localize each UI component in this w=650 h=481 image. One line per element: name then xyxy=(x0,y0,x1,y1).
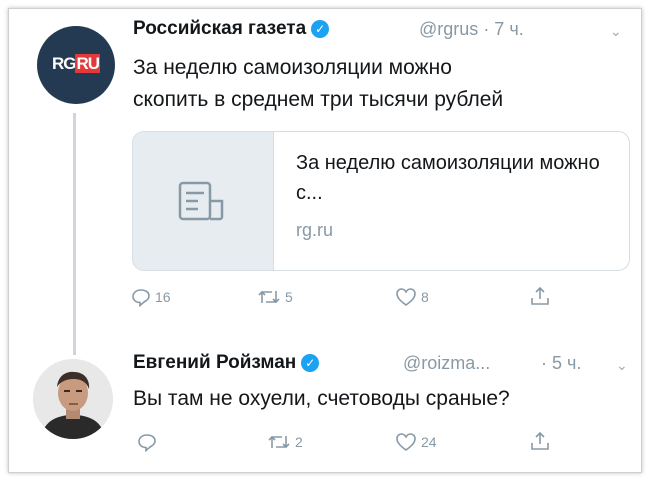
retweet-icon xyxy=(268,435,290,449)
rg-logo: RGRU xyxy=(37,54,115,74)
retweet-button[interactable]: 5 xyxy=(257,287,293,307)
tweet2-author-row[interactable]: Евгений Ройзман ✓ xyxy=(133,352,320,374)
share-button[interactable] xyxy=(529,285,555,307)
reply-count: 16 xyxy=(155,289,171,305)
like-count: 24 xyxy=(421,434,437,450)
verified-badge-icon: ✓ xyxy=(301,353,320,372)
verified-badge-icon: ✓ xyxy=(311,19,330,38)
share-icon xyxy=(531,431,549,450)
tweet2-time-wrap: · 5 ч. xyxy=(541,353,581,374)
like-button[interactable]: 24 xyxy=(395,432,437,452)
share-icon xyxy=(531,286,549,305)
tweet1-meta: @rgrus · 7 ч. xyxy=(419,19,524,40)
chevron-down-icon[interactable]: ⌄ xyxy=(610,23,622,40)
heart-icon xyxy=(396,288,416,306)
handle[interactable]: @rgrus xyxy=(419,19,478,39)
reply-icon xyxy=(138,434,156,452)
tweet2-meta: @roizma... xyxy=(403,353,490,374)
logo-rg-text: RG xyxy=(51,54,76,73)
card-thumbnail xyxy=(133,132,274,270)
reply-button[interactable] xyxy=(137,432,161,452)
logo-ru-text: RU xyxy=(75,54,101,73)
heart-icon xyxy=(396,433,416,451)
person-photo xyxy=(33,359,113,439)
like-count: 8 xyxy=(421,289,429,305)
like-button[interactable]: 8 xyxy=(395,287,429,307)
timestamp[interactable]: · 7 ч. xyxy=(483,19,523,39)
card-domain: rg.ru xyxy=(296,220,334,240)
reply-button[interactable]: 16 xyxy=(131,287,171,307)
retweet-icon xyxy=(258,290,280,304)
author-name[interactable]: Евгений Ройзман xyxy=(133,352,296,373)
tweet1-text-line2: скопить в среднем три тысячи рублей xyxy=(133,88,504,111)
share-button[interactable] xyxy=(529,430,555,452)
screenshot-frame: RGRU Российская газета ✓ @rgrus · 7 ч. ⌄ … xyxy=(8,8,642,473)
retweet-count: 5 xyxy=(285,289,293,305)
author-name[interactable]: Российская газета xyxy=(133,18,306,39)
avatar-rg[interactable]: RGRU xyxy=(37,26,115,104)
tweet1-text: За неделю самоизоляции можно скопить в с… xyxy=(133,52,503,116)
tweet1-author-row[interactable]: Российская газета ✓ xyxy=(133,18,330,40)
reply-icon xyxy=(132,289,150,307)
thread-connector-line xyxy=(73,113,76,355)
avatar-roizman[interactable] xyxy=(33,359,113,439)
retweet-count: 2 xyxy=(295,434,303,450)
chevron-down-icon[interactable]: ⌄ xyxy=(616,357,628,374)
tweet1-text-line1: За неделю самоизоляции можно xyxy=(133,56,452,79)
retweet-button[interactable]: 2 xyxy=(267,432,303,452)
tweet2-text: Вы там не охуели, счетоводы сраные? xyxy=(133,387,510,410)
link-card[interactable]: За неделю самоизоляции можно с... rg.ru xyxy=(132,131,630,271)
article-icon xyxy=(178,181,224,221)
card-title: За неделю самоизоляции можно с... xyxy=(296,152,600,204)
timestamp[interactable]: · 5 ч. xyxy=(541,353,581,373)
handle[interactable]: @roizma... xyxy=(403,353,490,373)
